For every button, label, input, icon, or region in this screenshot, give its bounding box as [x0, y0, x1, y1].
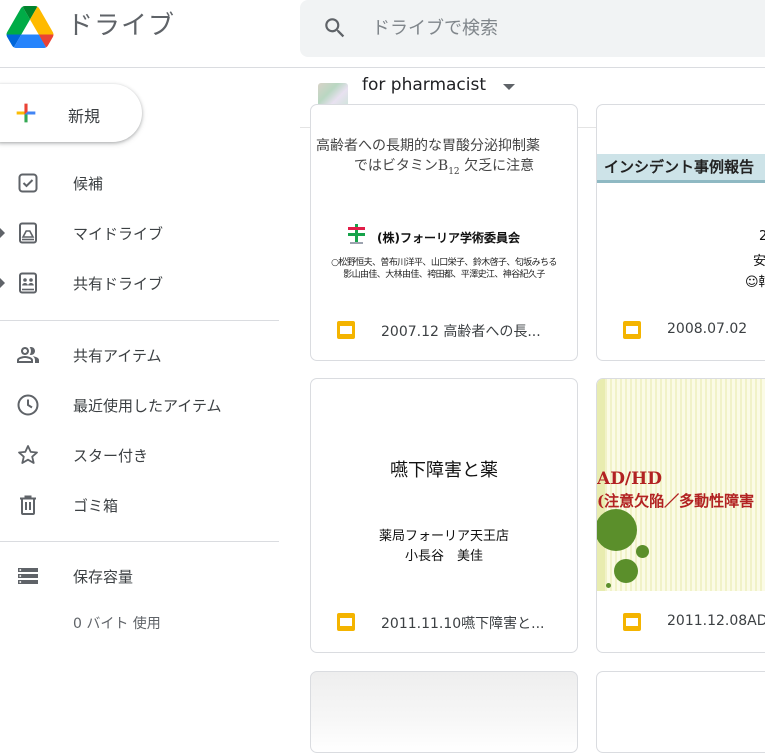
- sidebar-item-suggested[interactable]: 候補: [0, 163, 278, 203]
- slide-decoration: [597, 509, 637, 551]
- file-thumbnail: 高齢者への長期的な胃酸分泌抑制薬 ではビタミンB12 欠乏に注意 (株)フォーリ…: [311, 105, 577, 317]
- shared-drive-icon: [19, 272, 37, 294]
- clock-icon: [17, 394, 39, 416]
- file-card[interactable]: 高齢者への長期的な胃酸分泌抑制薬 ではビタミンB12 欠乏に注意 (株)フォーリ…: [310, 104, 578, 361]
- file-card[interactable]: [596, 671, 765, 753]
- slides-icon: [337, 613, 355, 631]
- people-icon: [17, 347, 39, 363]
- file-thumbnail: 嚥下障害と薬 薬局フォーリア天王店 小長谷 美佳: [311, 379, 577, 591]
- expand-arrow-icon[interactable]: [0, 278, 5, 288]
- file-name: 2008.07.02: [667, 321, 748, 337]
- folder-menu-caret-icon[interactable]: [503, 84, 515, 90]
- star-icon: [18, 445, 38, 464]
- file-name: 2011.12.08AD: [667, 613, 765, 629]
- slides-icon: [623, 321, 641, 339]
- slide-text: ではビタミンB: [353, 158, 449, 174]
- search-bar[interactable]: [300, 0, 765, 57]
- slide-decoration: [614, 559, 638, 583]
- slide-text: 高齢者への長期的な胃酸分泌抑制薬: [316, 138, 540, 154]
- sidebar-item-shared-with-me[interactable]: 共有アイテム: [0, 335, 278, 375]
- slide-text: (注意欠陥／多動性障害: [597, 492, 755, 510]
- sidebar-item-trash[interactable]: ゴミ箱: [0, 485, 278, 525]
- file-card[interactable]: インシデント事例報告 2 安 ☺韓 2008.07.02: [596, 104, 765, 361]
- file-name: 2007.12 高齢者への長...: [381, 324, 541, 340]
- slide-text: (株)フォーリア学術委員会: [377, 231, 520, 245]
- slide-text: 影山由佳、大林由佳、袴田都、平澤史江、神谷紀久子: [343, 270, 545, 280]
- storage-used-text: 0 バイト 使用: [73, 616, 161, 632]
- file-thumbnail: AD/HD (注意欠陥／多動性障害: [597, 379, 765, 591]
- slide-text: 安: [753, 254, 765, 269]
- file-card[interactable]: 嚥下障害と薬 薬局フォーリア天王店 小長谷 美佳 2011.11.10嚥下障害と…: [310, 378, 578, 653]
- sidebar-item-storage[interactable]: 保存容量: [0, 556, 278, 596]
- slide-text: 2: [759, 229, 765, 244]
- sidebar-divider: [0, 320, 279, 321]
- file-thumbnail: インシデント事例報告 2 安 ☺韓: [597, 105, 765, 317]
- folder-name[interactable]: for pharmacist: [362, 75, 486, 95]
- sidebar-item-recent[interactable]: 最近使用したアイテム: [0, 385, 278, 425]
- slide-text: ☺韓: [745, 275, 765, 290]
- search-input[interactable]: [370, 12, 754, 44]
- slide-text: 欠乏に注意: [459, 158, 535, 174]
- storage-icon: [18, 568, 38, 584]
- sidebar-item-label: ゴミ箱: [73, 497, 119, 515]
- sidebar-item-label: 共有ドライブ: [73, 275, 164, 293]
- slide-text: ではビタミンB12 欠乏に注意: [311, 155, 577, 177]
- file-card[interactable]: [310, 671, 578, 753]
- file-card[interactable]: AD/HD (注意欠陥／多動性障害 2011.12.08AD: [596, 378, 765, 653]
- sidebar-item-shared-drives[interactable]: 共有ドライブ: [0, 263, 278, 303]
- file-name: 2011.11.10嚥下障害と...: [381, 616, 545, 632]
- slides-icon: [623, 613, 641, 631]
- sidebar-item-starred[interactable]: スター付き: [0, 435, 278, 475]
- slide-title: 嚥下障害と薬: [390, 460, 498, 481]
- header-divider: [0, 67, 765, 68]
- sidebar-item-label: スター付き: [73, 447, 149, 465]
- slide-text: 12: [448, 166, 460, 177]
- sidebar-item-label: 最近使用したアイテム: [73, 397, 222, 415]
- slide-text: 小長谷 美佳: [404, 549, 483, 564]
- google-drive-logo-icon[interactable]: [6, 6, 54, 48]
- new-button[interactable]: 新規: [0, 84, 142, 142]
- sidebar-item-my-drive[interactable]: マイドライブ: [0, 213, 278, 253]
- slide-decoration: [606, 583, 611, 588]
- slide-text: 薬局フォーリア天王店: [378, 529, 509, 544]
- slide-text: インシデント事例報告: [604, 158, 755, 176]
- app-title: ドライブ: [67, 11, 176, 41]
- expand-arrow-icon[interactable]: [0, 228, 5, 238]
- sidebar-item-label: 保存容量: [73, 568, 134, 586]
- slides-icon: [337, 321, 355, 339]
- sidebar-item-label: 共有アイテム: [73, 347, 162, 365]
- sidebar-item-label: 候補: [73, 175, 104, 193]
- trash-icon: [20, 495, 36, 515]
- slide-text: AD/HD: [597, 469, 662, 489]
- sidebar-item-label: マイドライブ: [73, 225, 164, 243]
- search-icon[interactable]: [322, 15, 348, 41]
- check-box-icon: [18, 173, 38, 193]
- sidebar-divider: [0, 541, 279, 542]
- slide-decoration: [636, 545, 649, 558]
- new-button-label: 新規: [68, 107, 101, 126]
- plus-icon: [16, 103, 36, 123]
- company-logo-icon: [348, 224, 365, 244]
- my-drive-icon: [19, 222, 37, 244]
